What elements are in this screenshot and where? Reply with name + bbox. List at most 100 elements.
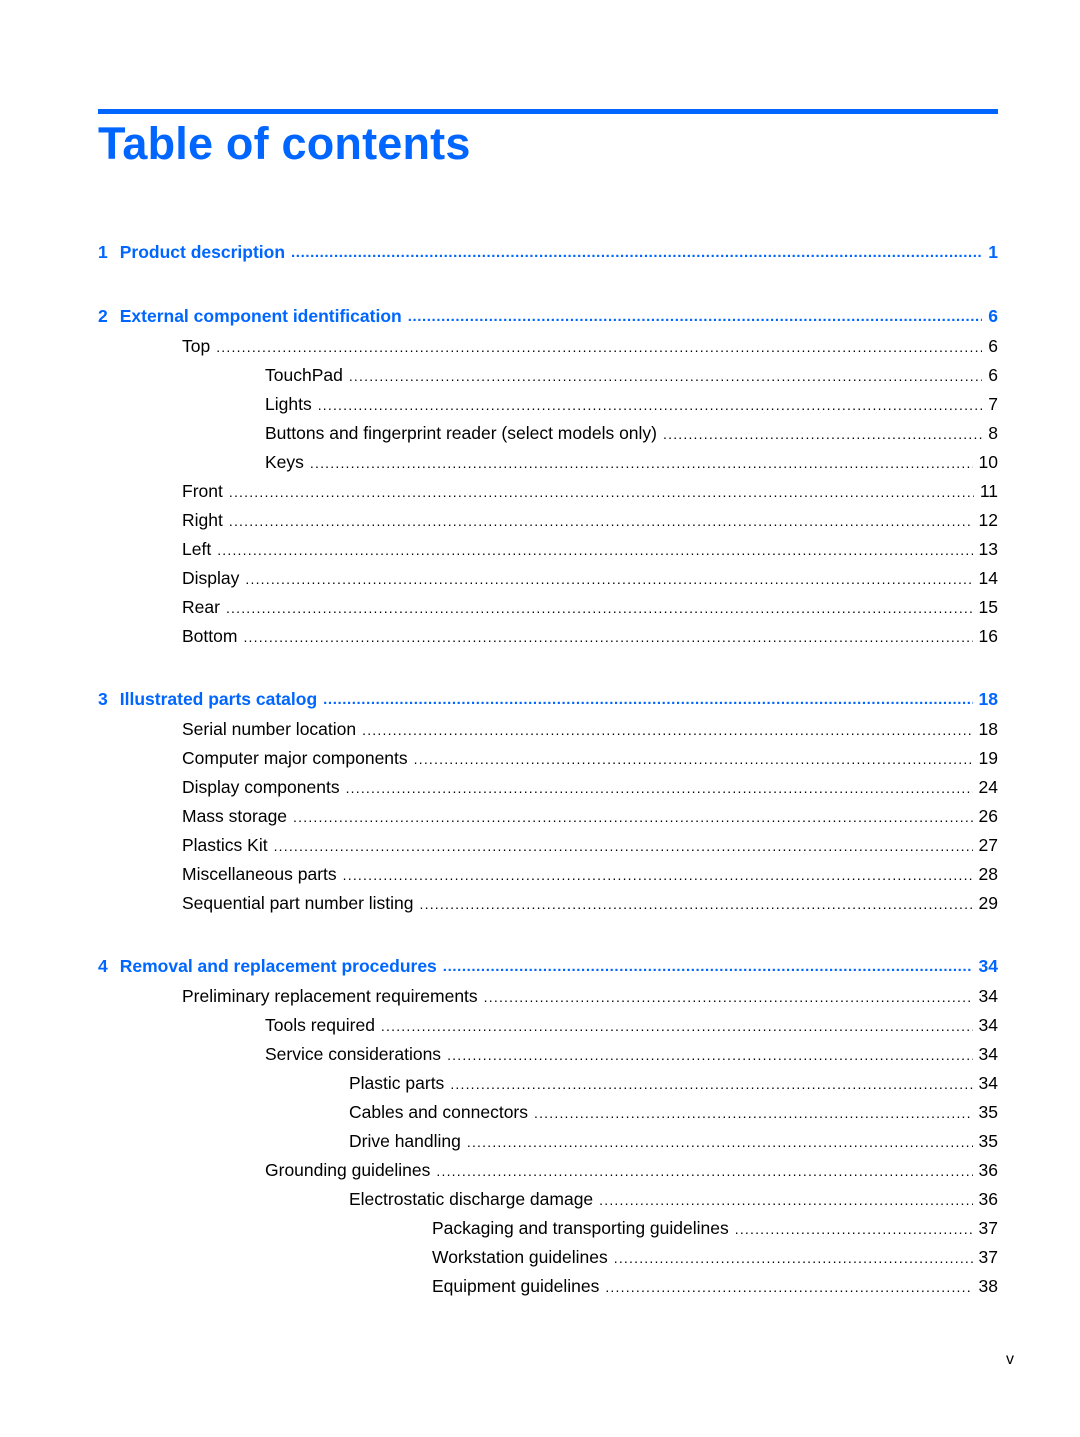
toc-entry-link[interactable]: Rear 15 [98,593,998,622]
chapter-number: 3 [98,689,108,709]
toc-entry-link[interactable]: Service considerations 34 [98,1040,998,1069]
chapter-title: Removal and replacement procedures [119,956,437,976]
dot-leader [414,751,973,767]
toc-entry-link[interactable]: Bottom 16 [98,622,998,651]
toc-entry-link[interactable]: Right 12 [98,506,998,535]
entry-page: 19 [978,748,998,768]
entry-page: 29 [978,893,998,913]
entry-title: Service considerations [265,1044,442,1064]
dot-leader [310,455,973,471]
toc-entry-link[interactable]: Display components 24 [98,773,998,802]
toc-chapter-link[interactable]: 2 External component identification 6 [98,301,998,332]
toc-entry-link[interactable]: Plastics Kit 27 [98,831,998,860]
entry-page: 24 [978,777,998,797]
entry-title: Left [182,539,212,559]
chapter-title: External component identification [119,306,402,326]
chapter-label: 2 External component identification [98,306,408,327]
chapter-label: 3 Illustrated parts catalog [98,689,323,710]
toc-entry-link[interactable]: TouchPad 6 [98,361,998,390]
entry-page: 34 [978,1015,998,1035]
toc-entry-link[interactable]: Tools required 34 [98,1011,998,1040]
entry-page: 35 [978,1131,998,1151]
dot-leader [443,958,973,975]
entry-title: Computer major components [182,748,408,768]
dot-leader [346,780,973,796]
entry-title: Plastic parts [349,1073,445,1093]
entry-page: 16 [978,626,998,646]
page-number: v [1006,1351,1014,1368]
entry-title: Mass storage [182,806,288,826]
dot-leader [599,1192,972,1208]
entry-page: 6 [988,336,998,356]
toc-entry-link[interactable]: Front 11 [98,477,998,506]
entry-page: 27 [978,835,998,855]
entry-title: Top [182,336,211,356]
toc-entry-link[interactable]: Preliminary replacement requirements 34 [98,982,998,1011]
dot-leader [605,1279,972,1295]
toc-entry-link[interactable]: Mass storage 26 [98,802,998,831]
header-rule [98,109,998,114]
toc-entry-link[interactable]: Electrostatic discharge damage 36 [98,1185,998,1214]
entry-page: 10 [978,452,998,472]
dot-leader [447,1047,972,1063]
toc-entry-link[interactable]: Display 14 [98,564,998,593]
toc-entry-link[interactable]: Miscellaneous parts 28 [98,860,998,889]
entry-page: 14 [978,568,998,588]
toc-entry-link[interactable]: Plastic parts 34 [98,1069,998,1098]
dot-leader [216,339,982,355]
entry-title: Drive handling [349,1131,461,1151]
toc-entry-link[interactable]: Lights 7 [98,390,998,419]
entry-title: Electrostatic discharge damage [349,1189,594,1209]
dot-leader [243,629,972,645]
dot-leader [318,397,983,413]
chapter-number: 4 [98,956,108,976]
entry-page: 38 [978,1276,998,1296]
dot-leader [534,1105,973,1121]
entry-page: 34 [978,986,998,1006]
toc-entry-link[interactable]: Computer major components 19 [98,744,998,773]
toc-entry-link[interactable]: Equipment guidelines 38 [98,1272,998,1301]
entry-page: 34 [978,1044,998,1064]
dot-leader [343,867,973,883]
toc-chapter-link[interactable]: 3 Illustrated parts catalog 18 [98,684,998,715]
dot-leader [229,484,974,500]
entry-title: Buttons and fingerprint reader (select m… [265,423,658,443]
entry-page: 13 [978,539,998,559]
chapter-number: 1 [98,242,108,262]
page-title: Table of contents [98,118,471,169]
dot-leader [293,809,972,825]
toc-entry-link[interactable]: Grounding guidelines 36 [98,1156,998,1185]
entry-title: Miscellaneous parts [182,864,337,884]
toc-entry-link[interactable]: Packaging and transporting guidelines 37 [98,1214,998,1243]
entry-page: 36 [978,1189,998,1209]
toc-entry-link[interactable]: Drive handling 35 [98,1127,998,1156]
chapter-page: 1 [988,242,998,262]
toc-entry-link[interactable]: Cables and connectors 35 [98,1098,998,1127]
dot-leader [226,600,973,616]
entry-title: Workstation guidelines [432,1247,608,1267]
dot-leader [291,244,982,261]
toc-chapter-link[interactable]: 1 Product description 1 [98,237,998,268]
entry-title: Rear [182,597,220,617]
toc-entry-link[interactable]: Sequential part number listing 29 [98,889,998,918]
toc-entry-link[interactable]: Left 13 [98,535,998,564]
dot-leader [436,1163,972,1179]
chapter-page: 18 [978,689,998,709]
toc-entry-link[interactable]: Top 6 [98,332,998,361]
toc-entry-link[interactable]: Keys 10 [98,448,998,477]
toc-entry-link[interactable]: Buttons and fingerprint reader (select m… [98,419,998,448]
entry-page: 8 [988,423,998,443]
toc-chapter-link[interactable]: 4 Removal and replacement procedures 34 [98,951,998,982]
entry-title: Packaging and transporting guidelines [432,1218,729,1238]
entry-title: Preliminary replacement requirements [182,986,478,1006]
chapter-title: Illustrated parts catalog [119,689,318,709]
table-of-contents: 1 Product description 1 2External component… [98,237,998,1301]
entry-page: 37 [978,1218,998,1238]
dot-leader [614,1250,973,1266]
toc-entry-link[interactable]: Workstation guidelines 37 [98,1243,998,1272]
dot-leader [362,722,972,738]
toc-entry-link[interactable]: Serial number location 18 [98,715,998,744]
chapter-page: 6 [988,306,998,326]
dot-leader [245,571,972,587]
chapter-title: Product description [119,242,286,262]
